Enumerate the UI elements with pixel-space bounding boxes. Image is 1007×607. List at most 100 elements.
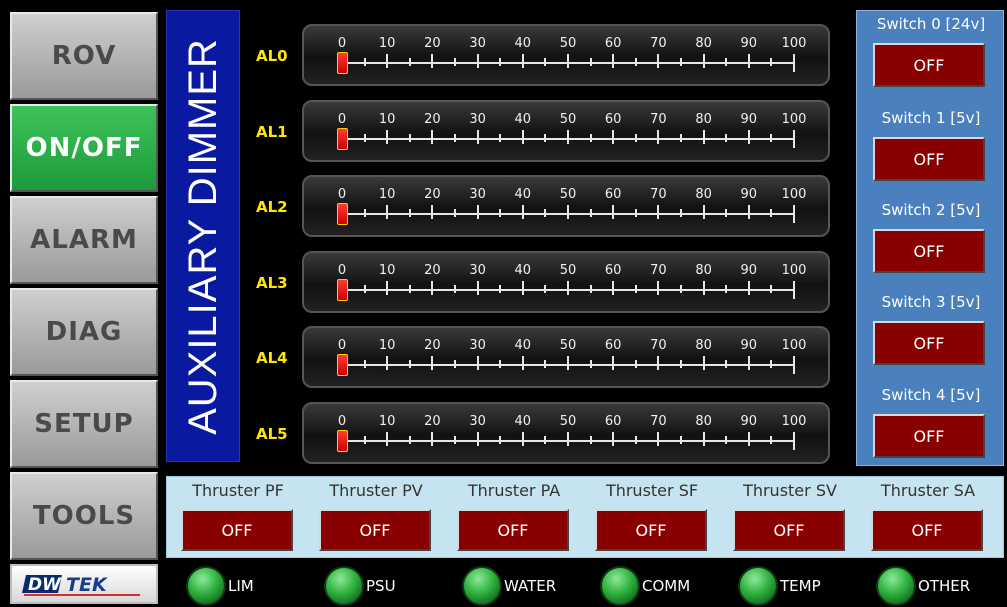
scale-label: 70 <box>650 112 667 127</box>
slider-tick <box>431 130 434 144</box>
slider-thumb[interactable] <box>337 128 348 150</box>
slider-tick <box>702 432 705 446</box>
thruster-pa-button[interactable]: OFF <box>457 509 569 551</box>
switch-1-button[interactable]: OFF <box>873 137 985 181</box>
slider-tick <box>567 356 569 370</box>
scale-label: 10 <box>378 338 396 353</box>
scale-label: 50 <box>559 112 577 127</box>
slider-tick <box>567 281 569 295</box>
thruster-sf-button[interactable]: OFF <box>595 509 707 551</box>
scale-label: 90 <box>740 338 758 353</box>
nav-onoff-button[interactable]: ON/OFF <box>10 104 158 192</box>
nav-alarm-button[interactable]: ALARM <box>10 196 158 284</box>
slider-tick <box>431 356 434 370</box>
slider-tick <box>521 130 524 144</box>
slider-tick <box>476 281 479 295</box>
scale-label: 60 <box>604 414 622 429</box>
slider-tick <box>725 209 728 217</box>
slider-tick <box>499 209 502 217</box>
scale-label: 70 <box>650 414 667 429</box>
scale-label: 100 <box>781 112 807 127</box>
svg-text:DW: DW <box>28 575 62 595</box>
scale-label: 50 <box>559 338 577 353</box>
nav-setup-button[interactable]: SETUP <box>10 380 158 468</box>
slider-tick <box>634 360 637 368</box>
scale-label: 50 <box>559 36 577 51</box>
thruster-sv-button[interactable]: OFF <box>733 509 845 551</box>
slider-tick <box>747 281 750 295</box>
thruster-pa-label: Thruster PA <box>467 481 561 500</box>
slider-tick <box>454 134 456 142</box>
slider-thumb[interactable] <box>337 203 348 225</box>
scale-label: 10 <box>378 263 396 278</box>
nav-diag-button[interactable]: DIAG <box>10 288 158 376</box>
dimmer-label-1: AL1 <box>256 123 288 141</box>
slider-tick <box>634 436 637 444</box>
slider-tick <box>499 360 502 368</box>
slider-tick <box>793 54 795 72</box>
scale-label: 80 <box>695 338 712 353</box>
nav-rov-button[interactable]: ROV <box>10 12 158 100</box>
thruster-pv-button[interactable]: OFF <box>319 509 431 551</box>
slider-tick <box>793 356 795 374</box>
scale-label: 80 <box>695 263 712 278</box>
slider-tick <box>408 134 411 142</box>
slider-tick <box>589 134 592 142</box>
scale-label: 40 <box>514 338 532 353</box>
thruster-sa-button[interactable]: OFF <box>871 509 983 551</box>
slider-tick <box>567 432 569 446</box>
slider-tick <box>612 432 615 446</box>
slider-tick <box>544 285 547 293</box>
slider-tick <box>634 134 637 142</box>
indicator-lim: LIM <box>186 566 254 606</box>
slider-tick <box>793 130 795 148</box>
slider-thumb[interactable] <box>337 430 348 452</box>
slider-tick <box>747 54 750 68</box>
slider-tick <box>544 58 547 66</box>
slider-tick <box>476 130 479 144</box>
scale-label: 30 <box>469 263 486 278</box>
scale-label: 20 <box>424 414 441 429</box>
scale-label: 60 <box>604 112 622 127</box>
slider-tick <box>702 130 705 144</box>
slider-tick <box>499 58 502 66</box>
dimmer-slider-2[interactable]: 0 10 20 30 40 50 60 70 80 90 100 <box>302 175 830 237</box>
dwtek-logo-icon: DW TEK <box>22 574 140 596</box>
switch-4-button[interactable]: OFF <box>873 414 985 458</box>
slider-tick <box>386 356 389 370</box>
switch-0-button[interactable]: OFF <box>873 43 985 87</box>
scale-label: 80 <box>695 187 712 202</box>
slider-thumb[interactable] <box>337 52 348 74</box>
main-nav: ROV ON/OFF ALARM DIAG SETUP TOOLS <box>0 0 163 565</box>
scale-label: 90 <box>740 414 758 429</box>
slider-tick <box>476 356 479 370</box>
slider-tick <box>680 209 682 217</box>
slider-tick <box>363 58 366 66</box>
slider-tick <box>589 58 592 66</box>
thruster-pf-button[interactable]: OFF <box>181 509 293 551</box>
slider-tick <box>634 209 637 217</box>
thruster-pa: Thruster PA OFF <box>445 477 583 559</box>
nav-tools-button[interactable]: TOOLS <box>10 472 158 560</box>
slider-thumb[interactable] <box>337 354 348 376</box>
switch-2-button[interactable]: OFF <box>873 229 985 273</box>
dimmer-slider-5[interactable]: 0 10 20 30 40 50 60 70 80 90 100 <box>302 402 830 464</box>
switch-1-label: Switch 1 [5v] <box>881 109 981 127</box>
slider-tick <box>657 130 660 144</box>
slider-tick <box>793 205 795 223</box>
slider-tick <box>567 130 569 144</box>
slider-tick <box>499 436 502 444</box>
scale-label: 60 <box>604 36 622 51</box>
slider-tick <box>634 285 637 293</box>
thruster-sa: Thruster SA OFF <box>859 477 997 559</box>
dimmer-slider-4[interactable]: 0 10 20 30 40 50 60 70 80 90 100 <box>302 326 830 388</box>
switch-3-button[interactable]: OFF <box>873 321 985 365</box>
slider-tick <box>363 360 366 368</box>
slider-thumb[interactable] <box>337 279 348 301</box>
dimmer-slider-0[interactable]: 0 10 20 30 40 50 60 70 80 90 100 <box>302 24 830 86</box>
indicator-other-label: OTHER <box>918 577 971 595</box>
dimmer-slider-3[interactable]: 0 10 20 30 40 50 60 70 80 90 100 <box>302 251 830 313</box>
slider-tick <box>454 436 456 444</box>
lim-led-icon <box>186 566 226 606</box>
dimmer-slider-1[interactable]: 0 10 20 30 40 50 60 70 80 90 100 <box>302 100 830 162</box>
